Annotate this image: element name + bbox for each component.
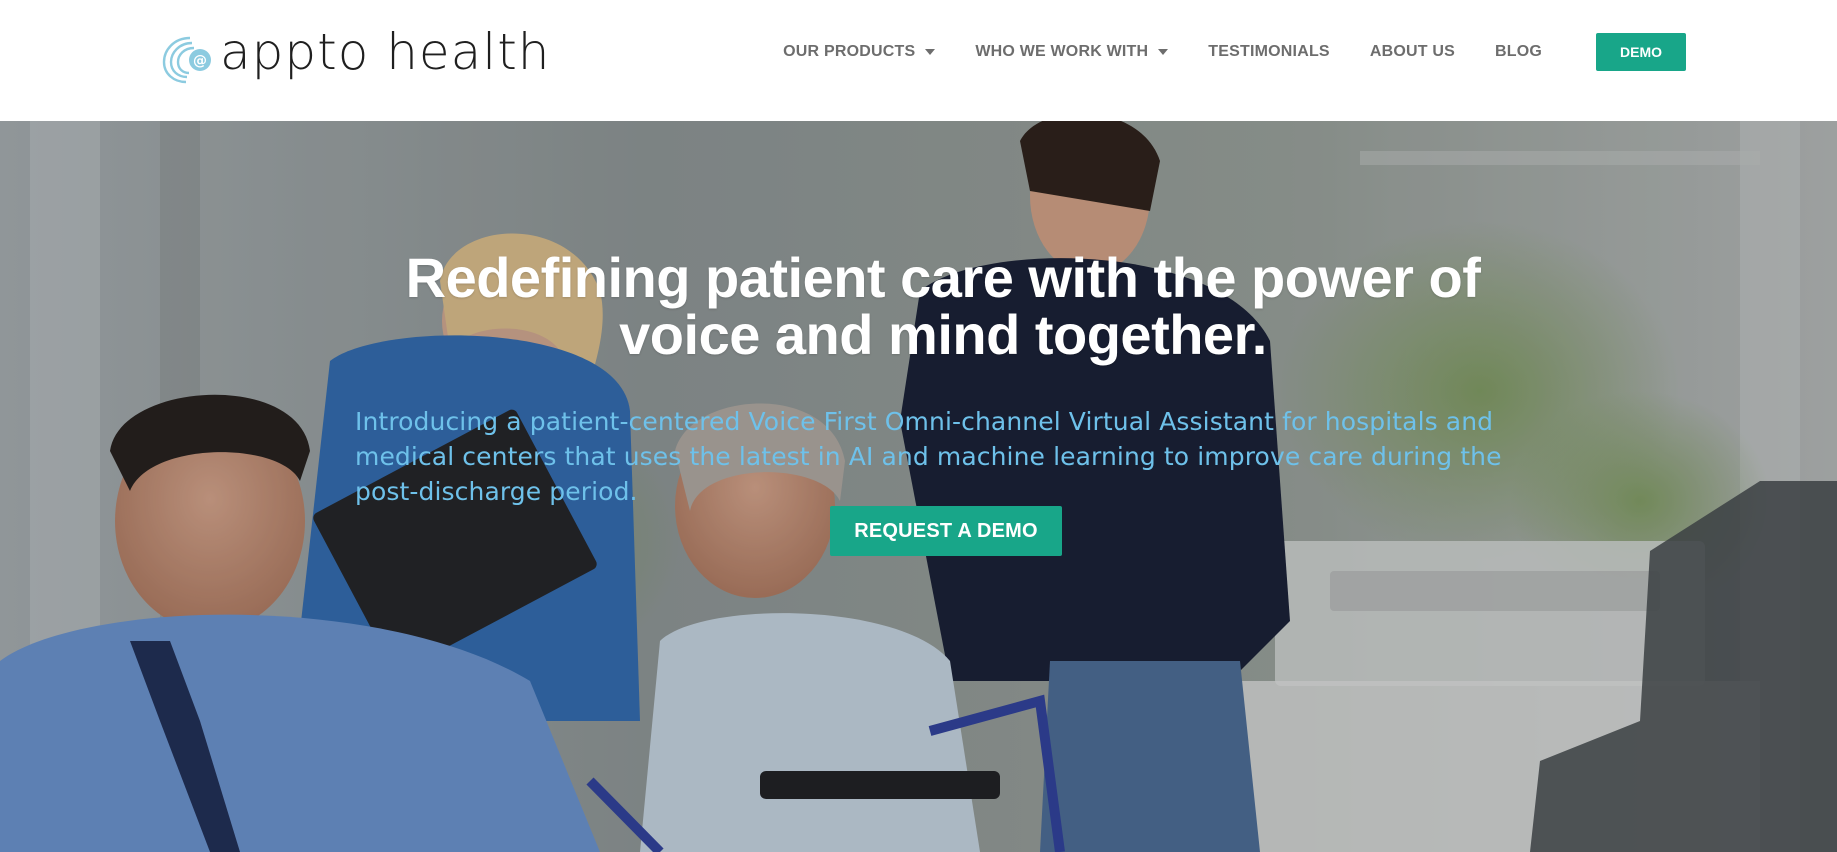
nav-testimonials-label: TESTIMONIALS [1208,43,1330,60]
main-nav: OUR PRODUCTS WHO WE WORK WITH TESTIMONIA… [783,33,1686,71]
nav-our-products[interactable]: OUR PRODUCTS [783,43,936,61]
svg-text:@: @ [193,53,207,69]
hero-section: Redefining patient care with the power o… [0,121,1837,852]
logo-word-health: health [386,23,551,81]
nav-blog-label: BLOG [1494,43,1542,60]
nav-about-us[interactable]: ABOUT US [1370,43,1455,61]
nav-who-we-work-with[interactable]: WHO WE WORK WITH [975,43,1169,61]
hero-title: Redefining patient care with the power o… [318,249,1568,363]
nav-our-products-label: OUR PRODUCTS [783,43,916,60]
demo-button[interactable]: DEMO [1596,33,1686,71]
nav-about-us-label: ABOUT US [1369,43,1455,60]
hero-title-line1: Redefining patient care with the power o… [405,245,1481,309]
appto-at-swirl-icon: @ [162,36,211,84]
chevron-down-icon [925,49,936,55]
nav-who-we-work-with-label: WHO WE WORK WITH [975,43,1149,60]
logo-wordmark: appto health [220,24,551,80]
nav-testimonials[interactable]: TESTIMONIALS [1208,43,1330,61]
site-logo[interactable]: @ appto health [160,24,551,86]
chevron-down-icon [1158,49,1169,55]
hero-title-line2: voice and mind together. [619,302,1267,366]
request-demo-button[interactable]: REQUEST A DEMO [830,506,1062,556]
nav-blog[interactable]: BLOG [1495,43,1542,61]
site-header: @ appto health OUR PRODUCTS WHO WE WORK … [0,0,1837,121]
hero-subtitle: Introducing a patient-centered Voice Fir… [355,407,1502,506]
logo-word-appto: appto [220,23,370,81]
